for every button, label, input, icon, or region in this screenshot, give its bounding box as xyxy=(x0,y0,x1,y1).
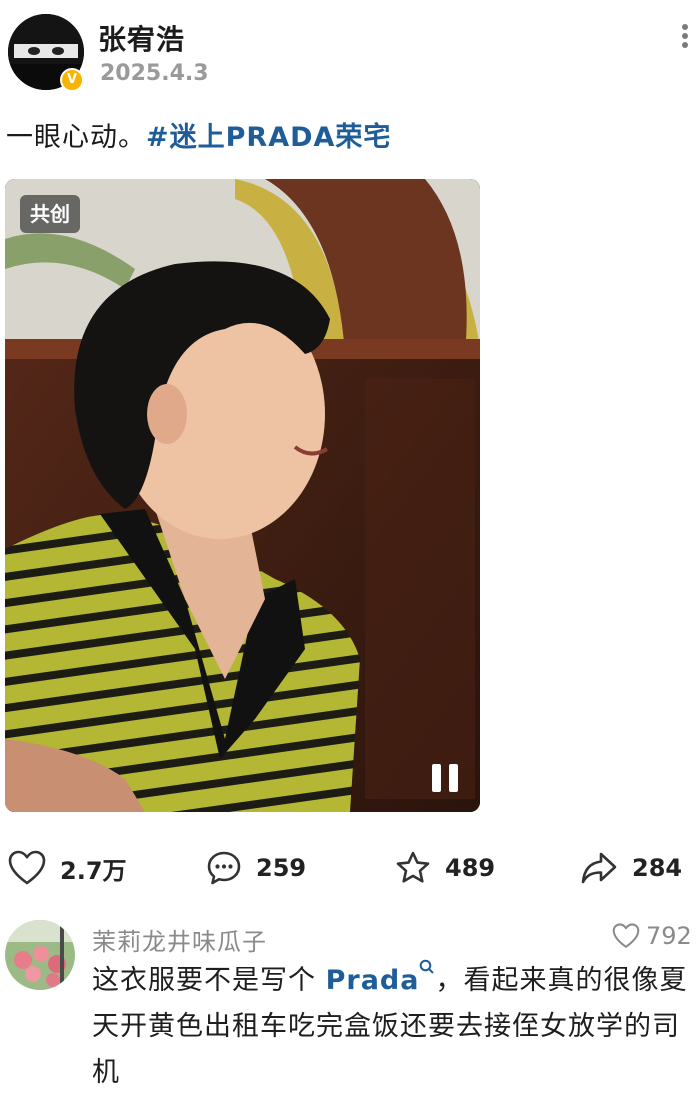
post-text: 一眼心动。#迷上PRADA荣宅 xyxy=(6,115,391,154)
share-count: 284 xyxy=(632,854,683,882)
comment-like-button[interactable]: 792 xyxy=(612,922,692,950)
post-video[interactable] xyxy=(5,179,480,812)
heart-icon xyxy=(8,850,46,885)
like-button[interactable]: 2.7万 xyxy=(8,848,127,888)
like-count: 2.7万 xyxy=(60,856,127,885)
heart-icon xyxy=(612,923,640,948)
comment-text-start: 这衣服要不是写个 xyxy=(92,965,326,996)
commenter-avatar[interactable] xyxy=(5,920,75,990)
star-icon xyxy=(396,851,430,883)
favorite-count: 489 xyxy=(445,854,496,882)
commenter-name[interactable]: 茉莉龙井味瓜子 xyxy=(92,922,267,957)
comment-text: 这衣服要不是写个 Prada ，看起来真的很像夏天开黄色出租车吃完盒饭还要去接侄女… xyxy=(92,958,692,1096)
favorite-button[interactable]: 489 xyxy=(395,848,495,888)
more-icon[interactable] xyxy=(676,20,694,52)
prada-link-label: Prada xyxy=(325,965,420,996)
author-name[interactable]: 张宥浩 xyxy=(98,18,185,58)
comment-icon xyxy=(207,851,241,885)
hashtag-link[interactable]: #迷上PRADA荣宅 xyxy=(146,122,391,153)
share-icon xyxy=(581,852,617,884)
post-body: 一眼心动。 xyxy=(6,122,146,153)
collab-badge: 共创 xyxy=(20,195,80,233)
pause-icon[interactable] xyxy=(426,762,466,796)
post-date: 2025.4.3 xyxy=(100,61,209,86)
comment-button[interactable]: 259 xyxy=(206,848,306,888)
prada-search-link[interactable]: Prada xyxy=(325,959,436,996)
verified-icon: V xyxy=(60,68,84,92)
search-icon xyxy=(420,959,435,974)
comment-count: 259 xyxy=(256,854,307,882)
comment-like-count: 792 xyxy=(646,922,692,950)
share-button[interactable]: 284 xyxy=(580,848,682,888)
